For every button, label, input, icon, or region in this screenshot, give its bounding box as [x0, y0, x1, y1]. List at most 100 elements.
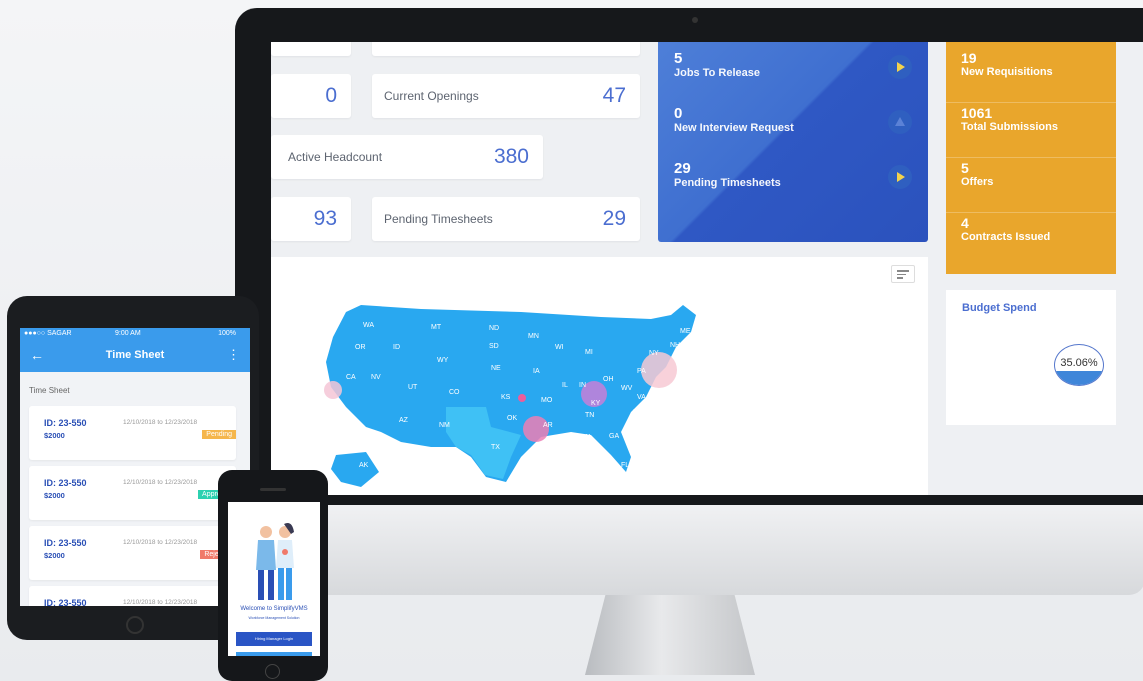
budget-value: 35.06% [1060, 357, 1098, 369]
state-label-ok: OK [507, 415, 517, 422]
map-marker [518, 394, 526, 402]
timesheet-id: ID: 23-550 [44, 418, 87, 428]
budget-gauge-fill [1055, 370, 1103, 385]
state-label-ne: NE [491, 365, 501, 372]
timesheet-amount: $2000 [44, 491, 65, 500]
state-label-sd: SD [489, 343, 499, 350]
stat-card-top[interactable] [372, 42, 640, 56]
timesheet-dates: 12/10/2018 to 12/23/2018 [123, 599, 198, 606]
stat-card-current-openings[interactable]: Current Openings 47 [372, 74, 640, 118]
state-label-wy: WY [437, 357, 449, 364]
state-label-il: IL [562, 382, 568, 389]
phone-screen: Welcome to SimplifyVMS Workforce Managem… [228, 502, 320, 656]
state-label-or: OR [355, 344, 366, 351]
page-title: Time Sheet [105, 349, 165, 361]
state-label-mn: MN [528, 333, 539, 340]
state-label-nm: NM [439, 422, 450, 429]
summary-label: Offers [961, 176, 994, 188]
stat-card-ninety-three[interactable]: 93 [271, 197, 351, 241]
requisition-summary-panel: 19 New Requisitions 1061 Total Submissio… [946, 42, 1116, 274]
app-bar: ← Time Sheet ⋮ [20, 340, 250, 372]
timesheet-card[interactable]: ID: 23-550 $2000 12/10/2018 to 12/23/201… [29, 406, 236, 460]
us-map-card: WA OR CA NV ID MT WY UT AZ CO NM ND SD NE KS OK TX MN IA MO… [271, 257, 928, 495]
state-label-me: ME [680, 328, 691, 335]
divider [946, 102, 1116, 103]
action-item-label: New Interview Request [674, 122, 794, 134]
welcome-subtitle: Workforce Management Solution [248, 616, 300, 620]
state-label-va: VA [637, 394, 646, 401]
summary-label: Total Submissions [961, 121, 1058, 133]
camera [692, 17, 698, 23]
summary-contracts-issued[interactable]: 4 Contracts Issued [961, 215, 1050, 243]
timesheet-dates: 12/10/2018 to 12/23/2018 [123, 479, 198, 486]
stat-card-zero[interactable]: 0 [271, 74, 351, 118]
more-vert-icon[interactable]: ⋮ [227, 347, 240, 363]
stat-label: Current Openings [384, 89, 479, 103]
action-item-label: Jobs To Release [674, 67, 760, 79]
action-item-pending-timesheets[interactable]: 29 Pending Timesheets [674, 160, 781, 189]
summary-value: 1061 [961, 105, 993, 121]
stat-card-top-left[interactable] [271, 42, 351, 56]
map-marker [523, 416, 549, 442]
timesheet-id: ID: 23-550 [44, 478, 87, 488]
monitor-stand [585, 595, 755, 675]
summary-label: New Requisitions [961, 66, 1053, 78]
stat-value: 29 [602, 207, 626, 230]
play-icon[interactable] [888, 165, 912, 189]
play-icon[interactable] [888, 55, 912, 79]
action-item-value: 5 [674, 50, 683, 67]
action-item-value: 0 [674, 105, 683, 122]
carrier-text: ●●●○○ SAGAR [24, 330, 72, 337]
alaska-shape [331, 452, 379, 487]
state-label-nd: ND [489, 325, 499, 332]
stat-card-pending-timesheets[interactable]: Pending Timesheets 29 [372, 197, 640, 241]
state-label-nh: NH [670, 342, 680, 349]
hiring-manager-login-button[interactable]: Hiring Manager Login [236, 632, 312, 646]
summary-offers[interactable]: 5 Offers [961, 160, 993, 188]
home-button[interactable] [265, 664, 280, 679]
state-label-ms: MS [563, 435, 574, 442]
timesheet-id: ID: 23-550 [44, 598, 87, 606]
home-button[interactable] [126, 616, 144, 634]
budget-gauge[interactable]: 35.06% [1054, 344, 1104, 386]
summary-value: 19 [961, 50, 977, 66]
desktop-monitor: 0 Current Openings 47 Active Headcount 3… [235, 8, 1143, 523]
map-marker [324, 381, 342, 399]
state-label-ga: GA [609, 433, 619, 440]
status-bar: ●●●○○ SAGAR 9:00 AM 100% [20, 328, 250, 340]
state-label-ar: AR [543, 422, 553, 429]
summary-value: 5 [961, 160, 969, 176]
stat-value: 47 [602, 84, 626, 107]
state-label-ca: CA [346, 374, 356, 381]
timesheet-card[interactable]: ID: 23-550 12/10/2018 to 12/23/2018 [29, 586, 236, 606]
us-map: WA OR CA NV ID MT WY UT AZ CO NM ND SD NE KS OK TX MN IA MO… [324, 305, 696, 487]
action-item-jobs-to-release[interactable]: 5 Jobs To Release [674, 50, 760, 79]
stat-card-active-headcount[interactable]: Active Headcount 380 [271, 135, 543, 179]
timesheet-card[interactable]: ID: 23-550 $2000 12/10/2018 to 12/23/201… [29, 526, 236, 580]
state-label-wv: WV [621, 385, 633, 392]
dashboard-screen: 0 Current Openings 47 Active Headcount 3… [271, 42, 1143, 495]
state-label-la: LA [547, 450, 556, 457]
state-label-az: AZ [399, 417, 409, 424]
divider [946, 212, 1116, 213]
state-label-fl: FL [621, 462, 629, 469]
arrow-up-icon[interactable] [888, 110, 912, 134]
speaker [260, 488, 286, 491]
summary-value: 4 [961, 215, 969, 231]
stat-value: 93 [313, 207, 337, 230]
divider [946, 157, 1116, 158]
clock-text: 9:00 AM [115, 330, 141, 337]
state-label-sc: SC [627, 422, 637, 429]
secondary-login-button[interactable] [236, 652, 312, 656]
phone-device: Welcome to SimplifyVMS Workforce Managem… [218, 470, 328, 681]
state-label-mt: MT [431, 324, 442, 331]
state-label-ky: KY [591, 400, 601, 407]
summary-new-requisitions[interactable]: 19 New Requisitions [961, 50, 1053, 78]
action-item-new-interview-request[interactable]: 0 New Interview Request [674, 105, 794, 134]
state-label-ia: IA [533, 368, 540, 375]
timesheet-card[interactable]: ID: 23-550 $2000 12/10/2018 to 12/23/201… [29, 466, 236, 520]
state-label-nv: NV [371, 374, 381, 381]
stat-value: 0 [325, 84, 337, 107]
summary-total-submissions[interactable]: 1061 Total Submissions [961, 105, 1058, 133]
tablet-screen: ●●●○○ SAGAR 9:00 AM 100% ← Time Sheet ⋮ … [20, 328, 250, 606]
